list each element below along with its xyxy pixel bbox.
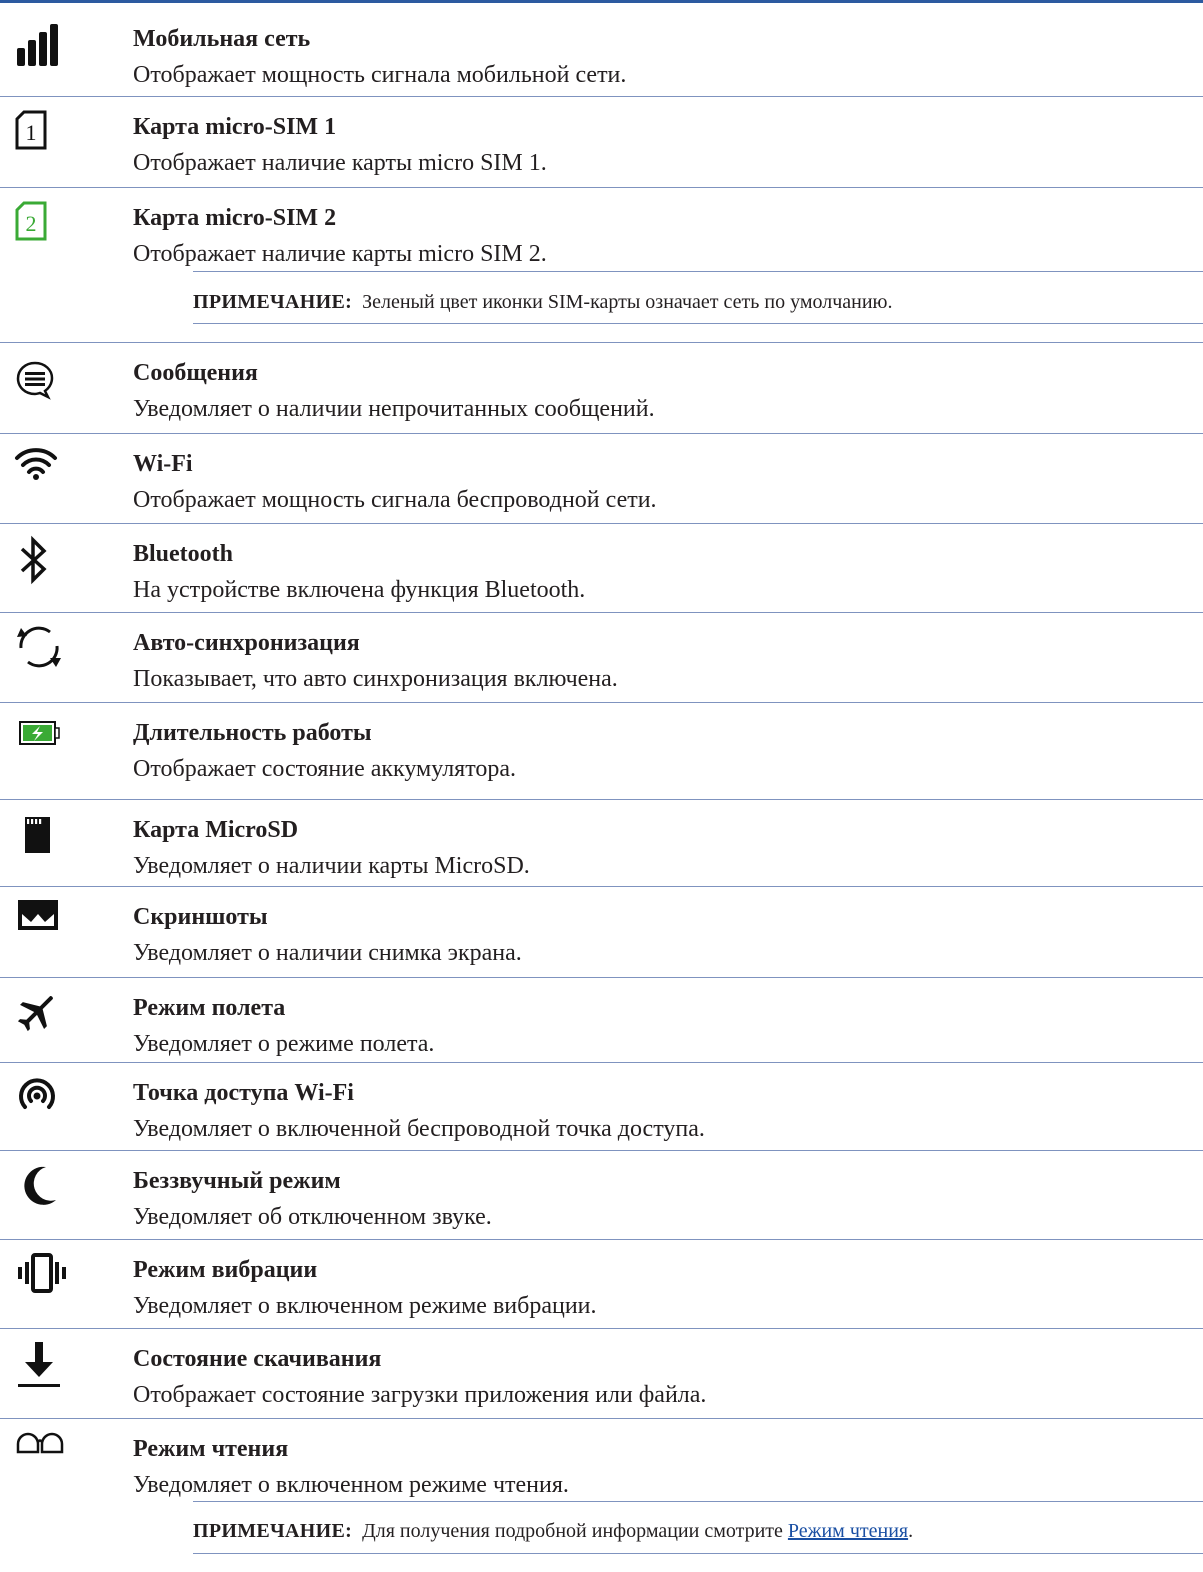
svg-text:1: 1 bbox=[26, 120, 37, 145]
divider bbox=[0, 977, 1203, 978]
item-title: Wi-Fi bbox=[133, 451, 193, 477]
note-label: ПРИМЕЧАНИЕ: bbox=[193, 291, 353, 313]
sim2-icon: 2 bbox=[14, 201, 70, 247]
item-title: Беззвучный режим bbox=[133, 1168, 341, 1194]
item-title: Длительность работы bbox=[133, 720, 372, 746]
battery-charging-icon bbox=[14, 718, 70, 764]
note-text: Зеленый цвет иконки SIM-карты означает с… bbox=[362, 291, 893, 313]
airplane-icon bbox=[14, 989, 70, 1035]
divider bbox=[0, 612, 1203, 613]
divider bbox=[0, 96, 1203, 97]
moon-icon bbox=[14, 1162, 70, 1208]
signal-bars-icon bbox=[14, 22, 70, 68]
svg-text:2: 2 bbox=[26, 211, 37, 236]
item-title: Режим вибрации bbox=[133, 1257, 318, 1283]
item-title: Состояние скачивания bbox=[133, 1346, 382, 1372]
note-text: Для получения подробной информации смотр… bbox=[362, 1520, 788, 1542]
item-description: Отображает мощность сигнала беспроводной… bbox=[133, 487, 657, 513]
divider bbox=[0, 886, 1203, 887]
item-title: Скриншоты bbox=[133, 904, 268, 930]
top-rule bbox=[0, 0, 1203, 3]
item-description: Уведомляет о включенном режиме чтения. bbox=[133, 1472, 569, 1498]
divider bbox=[0, 1328, 1203, 1329]
sim1-icon: 1 bbox=[14, 110, 70, 156]
divider bbox=[0, 523, 1203, 524]
item-description: Уведомляет о включенной беспроводной точ… bbox=[133, 1116, 705, 1142]
item-title: Сообщения bbox=[133, 360, 258, 386]
divider bbox=[0, 433, 1203, 434]
note-text-end: . bbox=[908, 1520, 914, 1542]
item-description: Показывает, что авто синхронизация включ… bbox=[133, 666, 618, 692]
item-title: Точка доступа Wi-Fi bbox=[133, 1080, 354, 1106]
download-icon bbox=[14, 1340, 70, 1387]
note-sim: ПРИМЕЧАНИЕ: Зеленый цвет иконки SIM-карт… bbox=[193, 288, 892, 316]
item-description: Уведомляет о режиме полета. bbox=[133, 1031, 435, 1057]
reading-mode-link[interactable]: Режим чтения bbox=[788, 1520, 908, 1542]
item-title: Карта MicroSD bbox=[133, 817, 299, 843]
note-reading-mode: ПРИМЕЧАНИЕ: Для получения подробной инфо… bbox=[193, 1517, 913, 1545]
item-title: Режим полета bbox=[133, 995, 286, 1021]
item-title: Мобильная сеть bbox=[133, 26, 311, 52]
item-title: Карта micro-SIM 2 bbox=[133, 205, 337, 231]
vibrate-icon bbox=[14, 1253, 70, 1299]
divider bbox=[0, 187, 1203, 188]
item-description: Уведомляет о включенном режиме вибрации. bbox=[133, 1293, 597, 1319]
sync-icon bbox=[14, 624, 70, 670]
divider bbox=[0, 1150, 1203, 1151]
divider bbox=[0, 1418, 1203, 1419]
note-bottom-rule bbox=[193, 323, 1203, 324]
divider bbox=[0, 342, 1203, 343]
item-description: Уведомляет о наличии непрочитанных сообщ… bbox=[133, 396, 655, 422]
item-title: Карта micro-SIM 1 bbox=[133, 114, 337, 140]
note-label: ПРИМЕЧАНИЕ: bbox=[193, 1520, 353, 1542]
item-description: Уведомляет о наличии карты MicroSD. bbox=[133, 853, 530, 879]
item-description: На устройстве включена функция Bluetooth… bbox=[133, 577, 586, 603]
item-description: Отображает наличие карты micro SIM 1. bbox=[133, 150, 547, 176]
item-description: Уведомляет об отключенном звуке. bbox=[133, 1204, 492, 1230]
item-description: Уведомляет о наличии снимка экрана. bbox=[133, 940, 522, 966]
screenshot-icon bbox=[14, 898, 70, 944]
reading-glasses-icon bbox=[14, 1426, 70, 1472]
divider bbox=[0, 1062, 1203, 1063]
item-description: Отображает состояние аккумулятора. bbox=[133, 756, 517, 782]
item-title: Авто-синхронизация bbox=[133, 630, 360, 656]
note-bottom-rule bbox=[193, 1553, 1203, 1554]
item-title: Bluetooth bbox=[133, 541, 234, 567]
wifi-icon bbox=[14, 445, 70, 491]
item-title: Режим чтения bbox=[133, 1436, 289, 1462]
sd-card-icon bbox=[14, 815, 70, 861]
bluetooth-icon bbox=[14, 535, 70, 585]
message-bubble-icon bbox=[14, 360, 70, 406]
note-top-rule bbox=[193, 271, 1203, 272]
hotspot-icon bbox=[14, 1074, 70, 1120]
item-description: Отображает наличие карты micro SIM 2. bbox=[133, 241, 547, 267]
divider bbox=[0, 1239, 1203, 1240]
divider bbox=[0, 799, 1203, 800]
divider bbox=[0, 702, 1203, 703]
note-top-rule bbox=[193, 1501, 1203, 1502]
item-description: Отображает мощность сигнала мобильной се… bbox=[133, 62, 627, 88]
item-description: Отображает состояние загрузки приложения… bbox=[133, 1382, 707, 1408]
